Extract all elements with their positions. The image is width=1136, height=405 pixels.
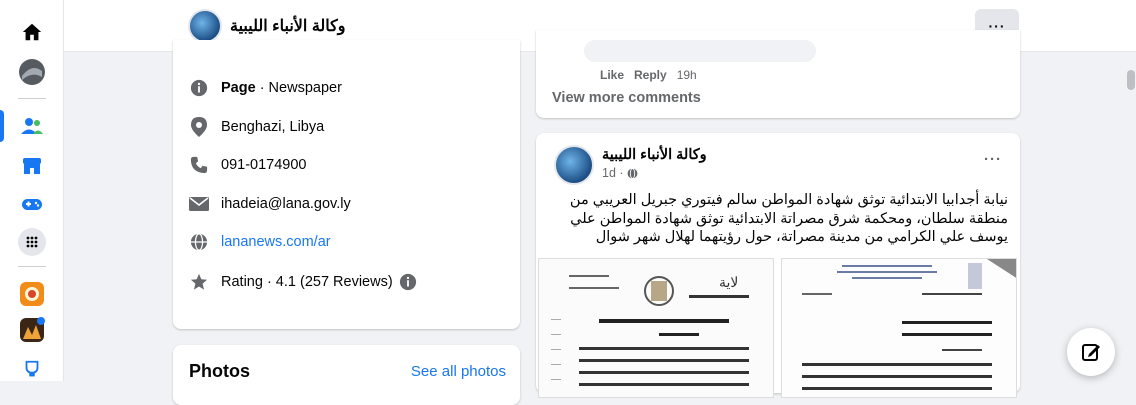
post-image-document-1[interactable]: ﻻﻳﺔ: [538, 258, 774, 398]
location-pin-icon: [189, 117, 209, 137]
globe-icon: [189, 232, 209, 252]
post-image-document-2[interactable]: [781, 258, 1017, 398]
page-avatar[interactable]: [188, 9, 222, 43]
post-time[interactable]: 1d ·: [602, 166, 627, 180]
star-icon: [189, 272, 209, 292]
comment-time[interactable]: 19h: [677, 68, 697, 82]
intro-email: ihadeia@lana.gov.ly: [189, 194, 351, 214]
document-1-drawing: ﻻﻳﺔ: [551, 275, 749, 386]
profile-avatar[interactable]: [18, 58, 46, 86]
rating-info-icon[interactable]: [399, 273, 417, 291]
post-author-avatar[interactable]: [554, 145, 594, 185]
home-icon[interactable]: [18, 18, 46, 46]
globe-privacy-icon: [627, 168, 638, 182]
document-2-drawing: [802, 259, 1016, 390]
website-link[interactable]: lananews.com/ar: [221, 234, 331, 250]
rating-text[interactable]: Rating · 4.1 (257 Reviews): [221, 274, 393, 290]
intro-location: Benghazi, Libya: [189, 117, 324, 137]
page-title[interactable]: وكالة الأنباء الليبية: [230, 16, 346, 36]
marketplace-icon[interactable]: [18, 152, 46, 180]
shortcut-trophy-icon[interactable]: [18, 356, 46, 384]
see-all-photos-link[interactable]: See all photos: [411, 363, 506, 380]
comment-actions: Like Reply 19h: [600, 68, 697, 82]
email-text[interactable]: ihadeia@lana.gov.ly: [221, 196, 351, 212]
category-rest: · Newspaper: [255, 80, 342, 96]
friends-icon[interactable]: [18, 112, 46, 140]
phone-text[interactable]: 091-0174900: [221, 157, 306, 173]
shortcut-app-icon[interactable]: [18, 316, 46, 344]
post-more-button[interactable]: ···: [984, 151, 1002, 168]
photos-title: Photos: [189, 361, 250, 381]
shortcut-game-icon[interactable]: [18, 280, 46, 308]
intro-card: Page · Newspaper Benghazi, Libya 091-017…: [173, 40, 520, 329]
menu-grid-icon[interactable]: [18, 228, 46, 256]
intro-rating: Rating · 4.1 (257 Reviews): [189, 272, 417, 292]
post-card: وكالة الأنباء الليبية 1d · ··· نيابة أجد…: [536, 133, 1020, 398]
photos-card: Photos See all photos: [173, 345, 520, 405]
post-text: نيابة أجدابيا الابتدائية توثق شهادة المو…: [569, 192, 1008, 245]
gaming-icon[interactable]: [18, 190, 46, 218]
compose-icon: [1081, 342, 1101, 362]
reply-comment-button[interactable]: Reply: [634, 68, 667, 82]
phone-icon: [189, 155, 209, 175]
previous-post-card: Like Reply 19h View more comments: [536, 30, 1020, 118]
intro-phone: 091-0174900: [189, 155, 306, 175]
email-icon: [189, 194, 209, 214]
post-meta: 1d ·: [602, 166, 638, 182]
category-bold: Page: [221, 80, 256, 96]
view-more-comments[interactable]: View more comments: [552, 90, 701, 106]
left-nav-rail: [0, 0, 64, 381]
post-author-name[interactable]: وكالة الأنباء الليبية: [602, 147, 707, 163]
intro-website: lananews.com/ar: [189, 232, 331, 252]
intro-category: Page · Newspaper: [189, 78, 342, 98]
info-icon: [189, 78, 209, 98]
new-message-button[interactable]: [1067, 328, 1115, 376]
page-scrollbar[interactable]: [1127, 70, 1135, 90]
location-text[interactable]: Benghazi, Libya: [221, 119, 324, 135]
active-indicator: [0, 110, 4, 142]
svg-text:ﻻﻳﺔ: ﻻﻳﺔ: [719, 275, 738, 291]
comment-bubble: [584, 40, 816, 62]
like-comment-button[interactable]: Like: [600, 68, 624, 82]
